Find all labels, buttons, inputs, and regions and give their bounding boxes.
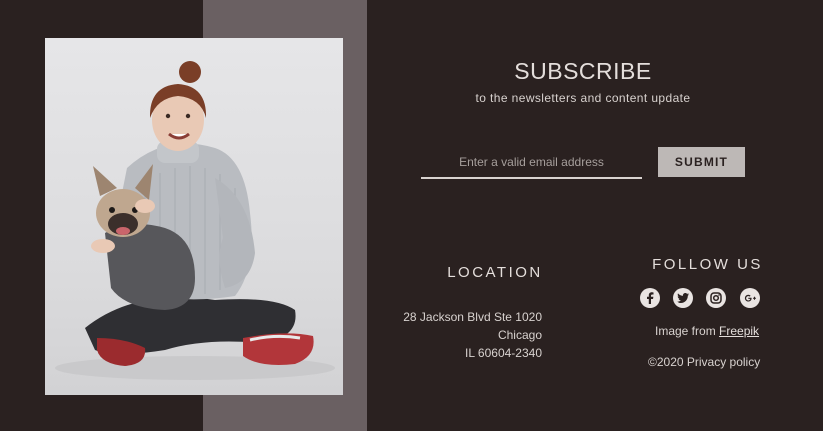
image-credit: Image from Freepik	[655, 324, 759, 338]
address-line-3: IL 60604-2340	[465, 346, 542, 360]
freepik-link[interactable]: Freepik	[719, 324, 759, 338]
image-credit-prefix: Image from	[655, 324, 716, 338]
address-line-2: Chicago	[497, 328, 542, 342]
google-plus-icon[interactable]	[740, 288, 760, 308]
email-input[interactable]	[421, 147, 642, 179]
instagram-icon[interactable]	[706, 288, 726, 308]
subscribe-subtitle: to the newsletters and content update	[475, 91, 691, 105]
copyright-privacy[interactable]: ©2020 Privacy policy	[648, 355, 760, 369]
address-line-1: 28 Jackson Blvd Ste 1020	[403, 310, 542, 324]
twitter-icon[interactable]	[673, 288, 693, 308]
follow-us-title: FOLLOW US	[652, 256, 763, 273]
submit-button[interactable]: SUBMIT	[658, 147, 745, 177]
hero-photo	[45, 38, 343, 395]
subscribe-title: SUBSCRIBE	[514, 58, 652, 84]
location-title: LOCATION	[447, 264, 543, 281]
facebook-icon[interactable]	[640, 288, 660, 308]
